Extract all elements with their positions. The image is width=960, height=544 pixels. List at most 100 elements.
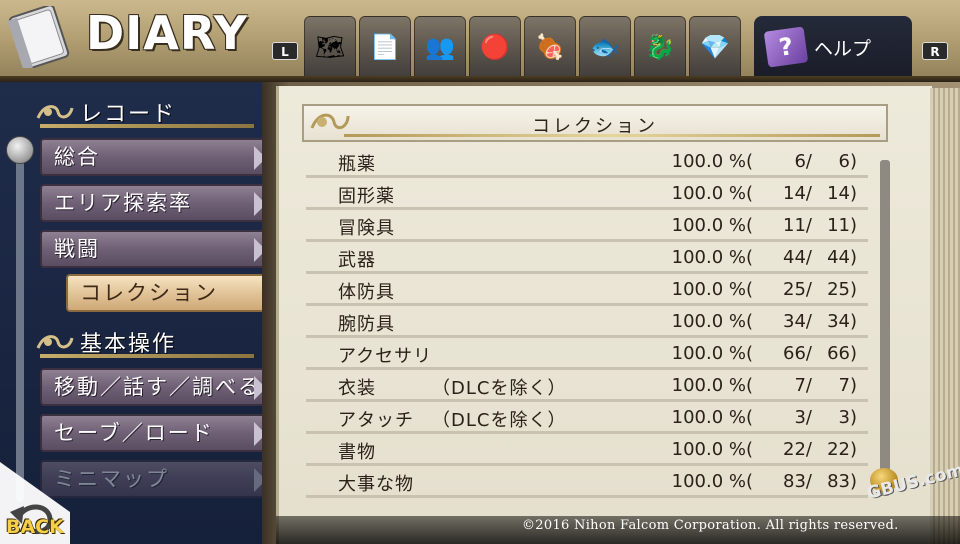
open-paren: (	[746, 311, 754, 332]
map-icon: 🗺	[314, 33, 346, 61]
tab-people[interactable]: 👥	[414, 16, 466, 78]
tab-documents[interactable]: 📄	[359, 16, 411, 78]
diary-title: DIARY	[86, 6, 249, 60]
sidebar-item-collection[interactable]: コレクション	[66, 274, 290, 312]
item-obtained: 25/	[783, 279, 812, 300]
sidebar-item-overall[interactable]: 総合	[40, 138, 266, 176]
item-name: 冒険具	[338, 218, 395, 239]
item-note: （DLCを除く）	[432, 410, 567, 431]
open-paren: (	[746, 279, 754, 300]
open-paren: (	[746, 407, 754, 428]
list-item: 瓶薬 100.0 % ( 6/ 6 )	[306, 146, 868, 178]
collection-list: 瓶薬 100.0 % ( 6/ 6 ) 固形薬 100.0 % ( 14/ 14…	[306, 146, 868, 498]
people-icon: 👥	[425, 33, 455, 61]
sidebar-item-label: セーブ／ロード	[54, 421, 214, 445]
flourish-icon	[36, 335, 74, 349]
tab-food[interactable]: 🍖	[524, 16, 576, 78]
flourish-icon	[36, 105, 74, 119]
page-title-bar: コレクション	[302, 104, 888, 142]
tab-fish[interactable]: 🐟	[579, 16, 631, 78]
tab-help[interactable]: ? ヘルプ	[754, 16, 912, 78]
sidebar-item-label: 戦闘	[54, 237, 100, 261]
sidebar-item-label: エリア探索率	[54, 191, 192, 215]
item-total: 83	[827, 471, 850, 492]
back-button-label[interactable]: BACK	[6, 516, 64, 538]
sidebar-item-area-explore[interactable]: エリア探索率	[40, 184, 266, 222]
item-name: 大事な物	[338, 474, 414, 495]
item-percent: 100.0 %	[671, 471, 746, 492]
list-item: アタッチ （DLCを除く） 100.0 % ( 3/ 3 )	[306, 402, 868, 434]
tab-map[interactable]: 🗺	[304, 16, 356, 78]
flourish-icon	[310, 113, 350, 130]
sidebar-item-label: 移動／話す／調べる	[54, 375, 261, 399]
r-shoulder-button[interactable]: R	[922, 42, 948, 60]
open-paren: (	[746, 439, 754, 460]
item-name: アクセサリ	[338, 346, 433, 367]
close-paren: )	[850, 375, 858, 396]
item-percent: 100.0 %	[671, 183, 746, 204]
close-paren: )	[850, 247, 858, 268]
tab-crystal[interactable]: 💎	[689, 16, 741, 78]
sidebar-item-label: コレクション	[80, 281, 218, 305]
close-paren: )	[850, 471, 858, 492]
copyright-text: ©2016 Nihon Falcom Corporation. All righ…	[522, 518, 899, 533]
item-obtained: 22/	[783, 439, 812, 460]
close-paren: )	[850, 407, 858, 428]
food-icon: 🍖	[535, 33, 565, 61]
sidebar-item-battle[interactable]: 戦闘	[40, 230, 266, 268]
close-paren: )	[850, 439, 858, 460]
sidebar-item-save-load[interactable]: セーブ／ロード	[40, 414, 266, 452]
tab-dragon[interactable]: 🐉	[634, 16, 686, 78]
list-item: 衣装 （DLCを除く） 100.0 % ( 7/ 7 )	[306, 370, 868, 402]
diary-book-icon	[7, 6, 70, 68]
item-name: アタッチ	[338, 410, 414, 431]
tab-monster[interactable]: 🔴	[469, 16, 521, 78]
sidebar-item-label: 総合	[54, 145, 100, 169]
item-name: 腕防具	[338, 314, 395, 335]
section-divider	[40, 124, 254, 128]
list-scrollbar[interactable]	[880, 160, 890, 496]
header-bar: DIARY L 🗺 📄 👥 🔴 🍖 🐟 🐉 💎 ? ヘルプ R	[0, 0, 960, 82]
item-percent: 100.0 %	[671, 439, 746, 460]
crystal-icon: 💎	[700, 33, 730, 61]
sidebar-item-move-talk-examine[interactable]: 移動／話す／調べる	[40, 368, 266, 406]
close-paren: )	[850, 151, 858, 172]
item-total: 6	[838, 151, 850, 172]
list-item: 大事な物 100.0 % ( 83/ 83 )	[306, 466, 868, 498]
sidebar-scrollbar[interactable]	[16, 146, 24, 502]
monster-icon: 🔴	[480, 33, 510, 61]
l-shoulder-button[interactable]: L	[272, 42, 298, 60]
open-paren: (	[746, 375, 754, 396]
item-total: 11	[827, 215, 850, 236]
item-name: 瓶薬	[338, 154, 376, 175]
close-paren: )	[850, 311, 858, 332]
open-paren: (	[746, 247, 754, 268]
item-total: 3	[838, 407, 850, 428]
open-paren: (	[746, 183, 754, 204]
dragon-icon: 🐉	[645, 33, 675, 61]
item-total: 44	[827, 247, 850, 268]
close-paren: )	[850, 183, 858, 204]
item-percent: 100.0 %	[671, 311, 746, 332]
close-paren: )	[850, 279, 858, 300]
item-name: 体防具	[338, 282, 395, 303]
item-name: 固形薬	[338, 186, 395, 207]
sidebar-item-minimap[interactable]: ミニマップ	[40, 460, 266, 498]
item-percent: 100.0 %	[671, 375, 746, 396]
item-obtained: 66/	[783, 343, 812, 364]
item-obtained: 11/	[783, 215, 812, 236]
sidebar-scroll-thumb[interactable]	[6, 136, 34, 164]
help-icon: ?	[763, 26, 809, 68]
sidebar-item-label: ミニマップ	[54, 467, 169, 491]
section-divider	[40, 354, 254, 358]
item-total: 14	[827, 183, 850, 204]
item-total: 66	[827, 343, 850, 364]
list-item: 武器 100.0 % ( 44/ 44 )	[306, 242, 868, 274]
item-percent: 100.0 %	[671, 247, 746, 268]
list-item: 腕防具 100.0 % ( 34/ 34 )	[306, 306, 868, 338]
list-item: 冒険具 100.0 % ( 11/ 11 )	[306, 210, 868, 242]
open-paren: (	[746, 215, 754, 236]
item-total: 34	[827, 311, 850, 332]
item-percent: 100.0 %	[671, 407, 746, 428]
documents-icon: 📄	[370, 33, 400, 61]
